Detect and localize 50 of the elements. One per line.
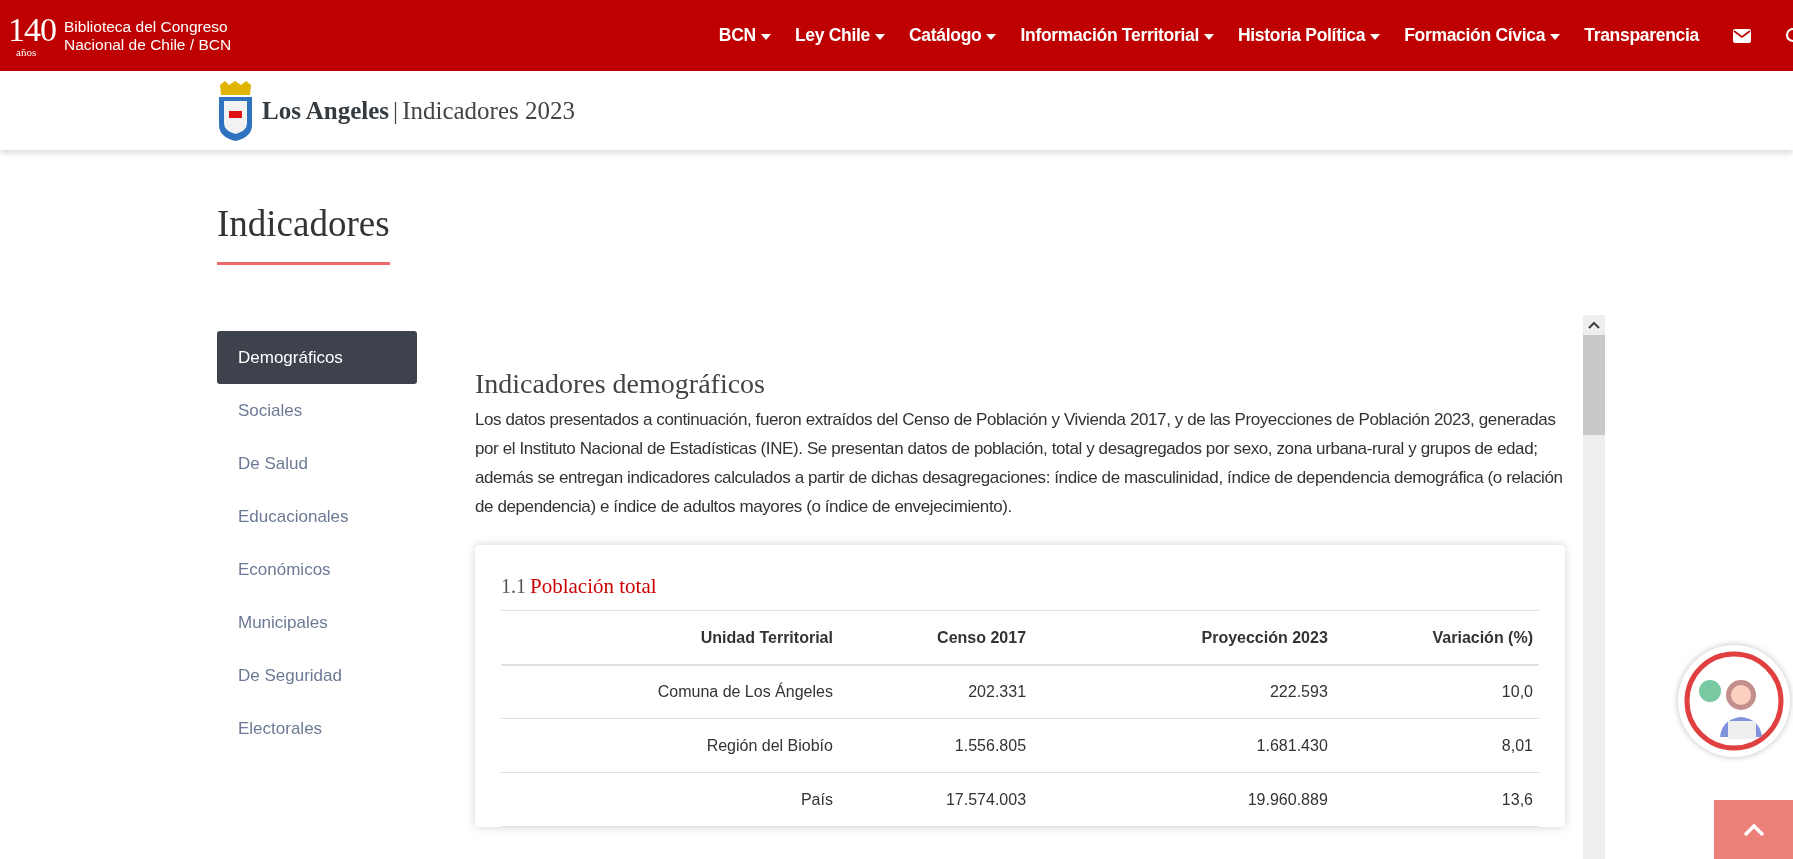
nav-menu-link[interactable]: Ley Chile (794, 22, 885, 49)
sidebar-item[interactable]: Educacionales (217, 490, 417, 544)
logo-text: Nacional de Chile / BCN (64, 35, 232, 54)
column-header: Proyección 2023 (1032, 611, 1334, 665)
sidebar-item[interactable]: De Salud (217, 437, 417, 491)
sidebar-item[interactable]: Económicos (217, 543, 417, 597)
nav-menu-link[interactable]: Historia Política (1237, 22, 1381, 49)
chevron-up-icon (1741, 823, 1766, 838)
page-subtitle: Indicadores 2023 (402, 95, 575, 126)
table-cell: Comuna de Los Ángeles (501, 665, 839, 719)
scrollbar-thumb[interactable] (1583, 335, 1605, 436)
table-cell: 8,01 (1333, 719, 1539, 773)
table-cell: 19.960.889 (1032, 773, 1334, 827)
sidebar-item[interactable]: Municipales (217, 596, 417, 650)
logo-number: 140 (8, 13, 56, 47)
page-title: Indicadores (217, 202, 390, 266)
place-name: Los Angeles (262, 95, 390, 126)
column-header: Unidad Territorial (501, 611, 839, 665)
section-heading: Indicadores demográficos (475, 367, 766, 401)
sidebar-item[interactable]: Sociales (217, 384, 417, 438)
title-separator: | (393, 95, 399, 126)
table-cell: 1.681.430 (1032, 719, 1334, 773)
section-number: 1.1 (501, 574, 526, 599)
column-header: Censo 2017 (838, 611, 1033, 665)
intro-paragraph: Los datos presentados a continuación, fueron extraídos del Censo de Población y Vivienda 2017, y de las Proyecciones de Población 2023, generadas por el Instituto Nacional de Estadísticas (INE). Se presentan datos de población, total y desagregados por sexo, zona urbana-rural y grupos de edad; además se entregan indicadores calculados a partir de dichas desagregaciones: índice de masculinidad, índice de dependencia demográfica (o relación de dependencia) e índice de adultos mayores (o índice de envejecimiento). (475, 409, 1564, 518)
sidebar-item[interactable]: Electorales (217, 702, 417, 756)
logo-text: Biblioteca del Congreso (64, 17, 229, 36)
scrollbar[interactable] (1583, 315, 1605, 859)
support-chat-button[interactable] (1678, 645, 1790, 757)
nav-menu-link[interactable]: Catálogo (909, 22, 997, 49)
table-cell: 222.593 (1032, 665, 1334, 719)
column-header: Variación (%) (1333, 611, 1539, 665)
search-icon[interactable] (1785, 28, 1793, 45)
table-cell: 1.556.805 (838, 719, 1033, 773)
nav-menu-link[interactable]: Transparencia (1584, 22, 1699, 49)
logo-years: años (16, 47, 37, 58)
coat-of-arms-icon (217, 80, 254, 141)
nav-menu-link[interactable]: Formación Cívica (1404, 22, 1561, 49)
envelope-icon[interactable] (1733, 28, 1751, 43)
table-cell: 202.331 (838, 665, 1033, 719)
nav-menu-link[interactable]: BCN (718, 22, 771, 49)
table-title: Población total (530, 573, 657, 600)
table-cell: 17.574.003 (838, 773, 1033, 827)
sidebar-item[interactable]: Demográficos (217, 331, 417, 385)
sidebar-item[interactable]: De Seguridad (217, 649, 417, 703)
table-cell: 10,0 (1333, 665, 1539, 719)
nav-menu-link[interactable]: Información Territorial (1020, 22, 1214, 49)
table-cell: Región del Biobío (501, 719, 839, 773)
table-cell: País (501, 773, 839, 827)
table-cell: 13,6 (1333, 773, 1539, 827)
